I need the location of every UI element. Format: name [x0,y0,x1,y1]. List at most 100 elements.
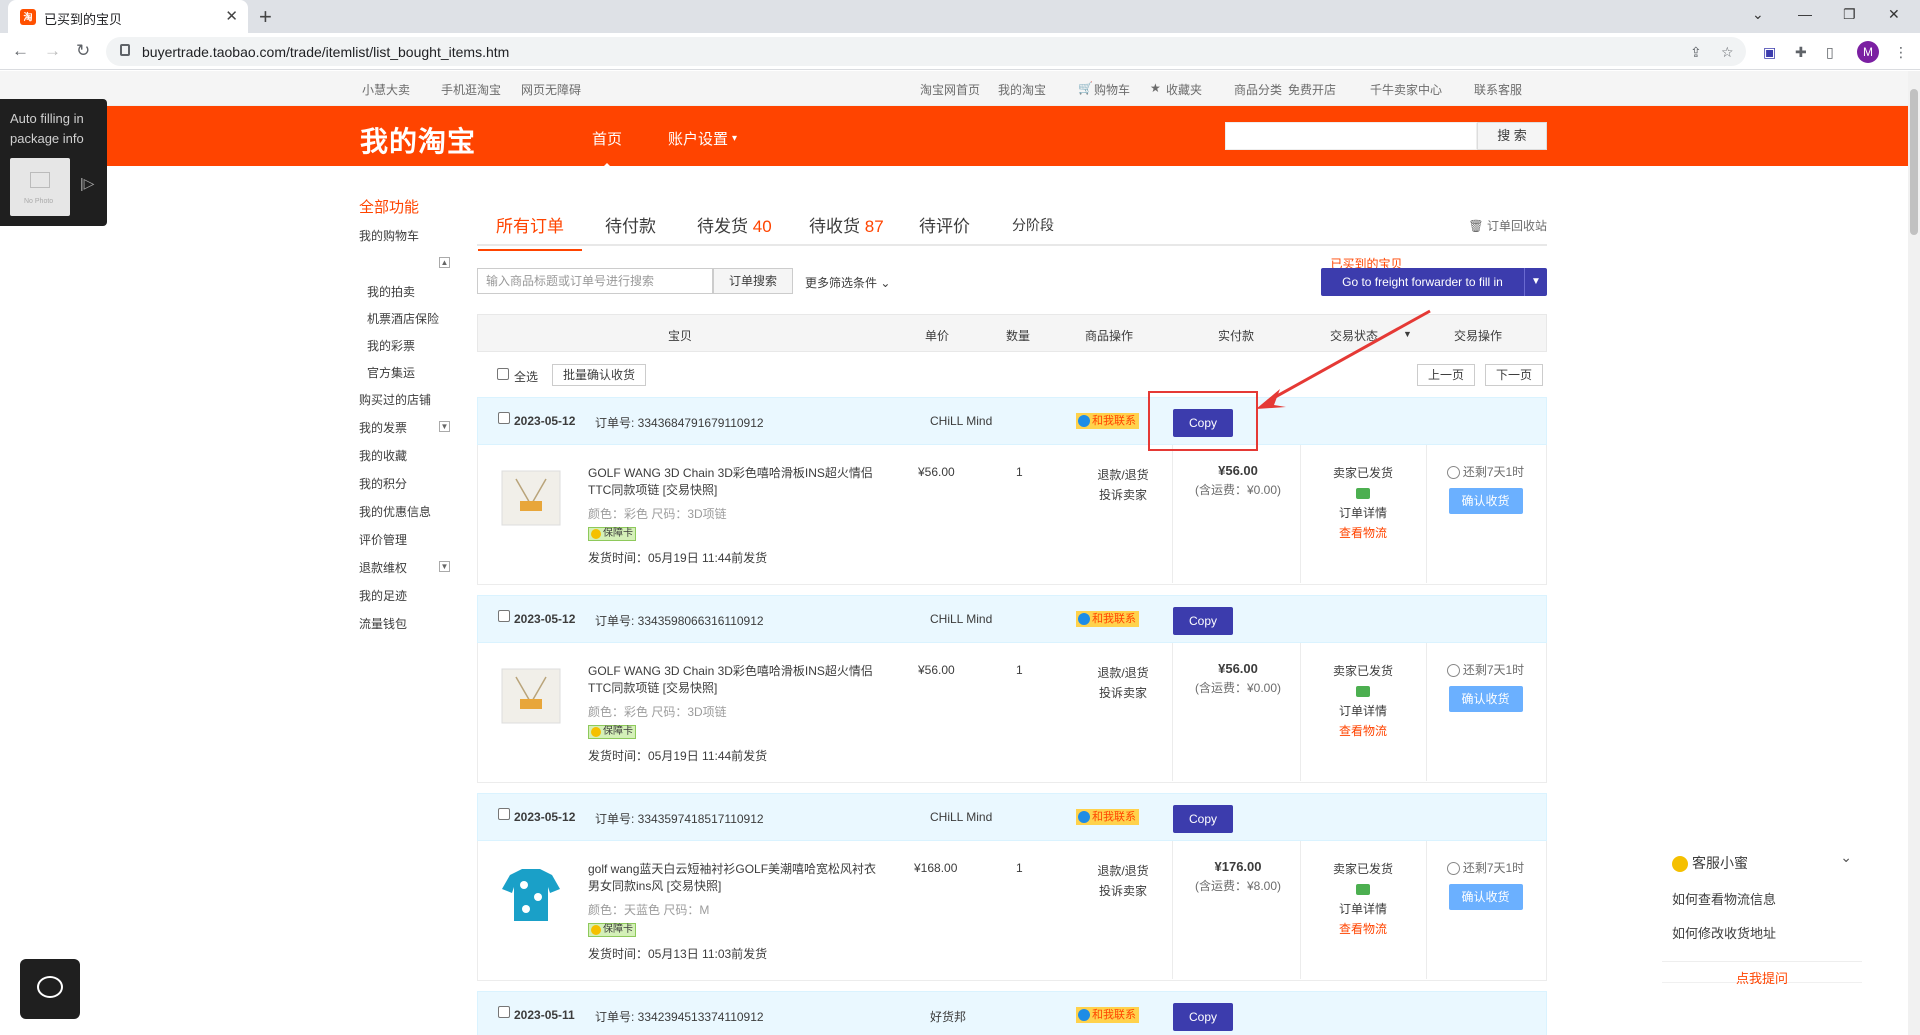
sidebar-item-footprints[interactable]: 我的足迹 [359,587,407,604]
select-all-checkbox[interactable] [497,368,509,380]
select-all-label[interactable]: 全选 [514,368,538,385]
topbar-cart-link[interactable]: 购物车 [1094,81,1130,98]
nav-account-settings[interactable]: 账户设置 [668,128,728,149]
topbar-mytaobao-link[interactable]: 我的淘宝 [998,81,1046,98]
order-checkbox[interactable] [498,1006,510,1018]
topbar-favorites-link[interactable]: 收藏夹 [1166,81,1202,98]
product-shirt-image[interactable] [498,861,564,927]
chevron-down-icon[interactable]: ⌄ [1840,849,1852,866]
chat-icon[interactable] [1356,884,1370,896]
sidebar-item-consolidation[interactable]: 官方集运 [367,364,415,381]
confirm-receipt-button[interactable]: 确认收货 [1448,488,1523,514]
page-scrollbar[interactable] [1908,71,1920,1035]
sidebar-item-lottery[interactable]: 我的彩票 [367,337,415,354]
sidebar-item-points[interactable]: 我的积分 [359,475,407,492]
reload-icon[interactable]: ↻ [76,41,90,61]
sidebar-item-favorites[interactable]: 我的收藏 [359,447,407,464]
topbar-category-link[interactable]: 商品分类 [1234,81,1282,98]
faq-address-link[interactable]: 如何修改收货地址 [1672,923,1776,942]
close-window-icon[interactable]: ✕ [1888,6,1900,23]
bookmark-star-icon[interactable]: ☆ [1721,44,1737,60]
tab-pending-shipment[interactable]: 待发货 40 [697,212,772,237]
autofill-panel[interactable]: Auto filling in package info No Photo |▷ [0,99,107,226]
sidebar-item-shops[interactable]: 购买过的店铺 [359,391,431,408]
view-logistics-link[interactable]: 查看物流 [1298,721,1428,741]
browser-tab[interactable]: 淘 已买到的宝贝 ✕ [8,0,248,33]
order-checkbox[interactable] [498,412,510,424]
chat-fab-button[interactable] [20,959,80,1019]
guarantee-badge[interactable]: 保障卡 [588,923,636,937]
tab-search-icon[interactable]: ⌄ [1752,6,1764,23]
sidebar-item-reviews[interactable]: 评价管理 [359,531,407,548]
order-search-button[interactable]: 订单搜索 [713,268,793,294]
sidebar-item-cart[interactable]: 我的购物车 [359,227,419,244]
collapse-panel-icon[interactable]: |▷ [80,175,94,192]
close-tab-icon[interactable]: ✕ [225,7,238,25]
tab-pending-payment[interactable]: 待付款 [605,212,656,237]
collapse-icon[interactable]: ▲ [439,257,450,268]
back-icon[interactable]: ← [12,41,29,61]
complain-link[interactable]: 投诉卖家 [1083,881,1163,901]
menu-kebab-icon[interactable]: ⋮ [1894,44,1910,60]
scrollbar-thumb[interactable] [1910,89,1918,235]
chat-icon[interactable] [1356,686,1370,698]
sidebar-item-coupons[interactable]: 我的优惠信息 [359,503,431,520]
omnibox[interactable]: buyertrade.taobao.com/trade/itemlist/lis… [106,37,1746,66]
contact-seller-button[interactable]: 和我联系 [1076,611,1139,627]
sidebar-item-invoice[interactable]: 我的发票 [359,419,407,436]
header-search-button[interactable]: 搜 索 [1477,122,1547,150]
contact-seller-button[interactable]: 和我联系 [1076,809,1139,825]
topbar-contact-link[interactable]: 联系客服 [1474,81,1522,98]
refund-link[interactable]: 退款/退货 [1083,663,1163,683]
order-detail-link[interactable]: 订单详情 [1298,503,1428,523]
order-checkbox[interactable] [498,610,510,622]
view-logistics-link[interactable]: 查看物流 [1298,919,1428,939]
order-detail-link[interactable]: 订单详情 [1298,701,1428,721]
order-search-input[interactable]: 输入商品标题或订单号进行搜索 [477,268,713,294]
product-necklace-image[interactable] [498,663,564,729]
sidebar-item-travel[interactable]: 机票酒店保险 [367,310,439,327]
shop-name[interactable]: CHiLL Mind [930,414,992,428]
share-icon[interactable]: ⇪ [1690,44,1706,60]
extension-icon[interactable]: ▣ [1763,44,1779,60]
contact-seller-button[interactable]: 和我联系 [1076,1007,1139,1023]
batch-confirm-button[interactable]: 批量确认收货 [552,364,647,386]
extensions-puzzle-icon[interactable]: ✚ [1795,44,1811,60]
tab-pending-review[interactable]: 待评价 [919,212,970,237]
faq-logistics-link[interactable]: 如何查看物流信息 [1672,889,1776,908]
more-filters-link[interactable]: 更多筛选条件 ⌄ [805,274,890,291]
topbar-seller-center-link[interactable]: 千牛卖家中心 [1370,81,1442,98]
forward-icon[interactable]: → [44,41,61,61]
nav-home[interactable]: 首页 [592,128,622,169]
freight-forwarder-button[interactable]: Go to freight forwarder to fill in [1321,268,1524,296]
tab-installment[interactable]: 分阶段 [1012,215,1054,235]
ask-question-link[interactable]: 点我提问 [1662,961,1862,987]
topbar-user-link[interactable]: 小慧大卖 [362,81,410,98]
copy-button[interactable]: Copy [1173,805,1233,833]
refund-link[interactable]: 退款/退货 [1083,465,1163,485]
tab-all-orders[interactable]: 所有订单 [478,212,582,251]
contact-seller-button[interactable]: 和我联系 [1076,413,1139,429]
next-page-button[interactable]: 下一页 [1485,364,1544,386]
shop-name[interactable]: CHiLL Mind [930,810,992,824]
topbar-home-link[interactable]: 淘宝网首页 [920,81,980,98]
sidebar-item-refunds[interactable]: 退款维权 [359,559,407,576]
topbar-open-shop-link[interactable]: 免费开店 [1288,81,1336,98]
new-tab-icon[interactable]: + [259,4,272,30]
view-logistics-link[interactable]: 查看物流 [1298,523,1428,543]
freight-dropdown-icon[interactable]: ▼ [1524,268,1547,296]
product-title[interactable]: GOLF WANG 3D Chain 3D彩色嘻哈滑板INS超火情侣TTC同款项… [588,663,888,697]
logo[interactable]: 我的淘宝 [360,120,476,160]
order-detail-link[interactable]: 订单详情 [1298,899,1428,919]
side-panel-icon[interactable]: ▯ [1826,44,1842,60]
sidebar-item-data-wallet[interactable]: 流量钱包 [359,615,407,632]
url-text[interactable]: buyertrade.taobao.com/trade/itemlist/lis… [142,44,509,60]
confirm-receipt-button[interactable]: 确认收货 [1448,884,1523,910]
tab-pending-receipt[interactable]: 待收货 87 [809,212,884,237]
shop-name[interactable]: CHiLL Mind [930,612,992,626]
order-checkbox[interactable] [498,808,510,820]
restore-icon[interactable]: ❐ [1843,6,1856,23]
product-title[interactable]: GOLF WANG 3D Chain 3D彩色嘻哈滑板INS超火情侣TTC同款项… [588,465,888,499]
product-title[interactable]: golf wang蓝天白云短袖衬衫GOLF美潮嘻哈宽松风衬衣男女同款ins风 [… [588,861,888,895]
sidebar-item-auction[interactable]: 我的拍卖 [367,283,415,300]
